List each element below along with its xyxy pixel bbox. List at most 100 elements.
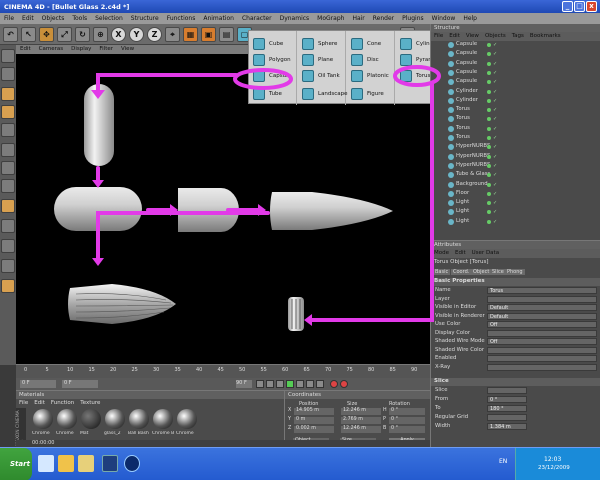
- object-row[interactable]: Torus ✓: [431, 125, 600, 134]
- object-row[interactable]: Torus ✓: [431, 134, 600, 143]
- menu-render[interactable]: Render: [369, 13, 398, 22]
- mat-menu-function[interactable]: Function: [48, 399, 77, 406]
- use-texture-tool-icon[interactable]: [1, 105, 15, 119]
- attribute-value-field[interactable]: Default: [487, 304, 597, 311]
- enabled-check-icon[interactable]: ✓: [493, 98, 497, 104]
- object-row[interactable]: Torus ✓: [431, 106, 600, 115]
- slice-value-field[interactable]: [487, 387, 527, 394]
- mat-menu-file[interactable]: File: [16, 399, 31, 406]
- menu-structure[interactable]: Structure: [127, 13, 163, 22]
- visibility-dot-icon[interactable]: [487, 98, 491, 103]
- enable-axis-icon[interactable]: [1, 199, 15, 213]
- attr-menu-user-data[interactable]: User Data: [469, 249, 502, 256]
- om-menu-objects[interactable]: Objects: [482, 32, 509, 39]
- menu-item-plane[interactable]: Plane: [302, 53, 344, 67]
- minimize-button[interactable]: _: [562, 1, 573, 12]
- attribute-value-field[interactable]: Off: [487, 338, 597, 345]
- enabled-check-icon[interactable]: ✓: [493, 135, 497, 141]
- enabled-check-icon[interactable]: ✓: [493, 42, 497, 48]
- viewport-menu-display[interactable]: Display: [67, 45, 95, 52]
- size-field[interactable]: 2.769 m: [341, 417, 381, 424]
- enabled-check-icon[interactable]: ✓: [493, 51, 497, 57]
- coordinate-system-icon[interactable]: ⌖: [165, 27, 180, 42]
- use-axis-tool-icon[interactable]: [1, 123, 15, 137]
- use-object-tool-icon[interactable]: [1, 87, 15, 101]
- polygons-tool-icon[interactable]: [1, 179, 15, 193]
- size-field[interactable]: 12.246 m: [341, 426, 381, 433]
- enabled-check-icon[interactable]: ✓: [493, 219, 497, 225]
- render-view-icon[interactable]: ▦: [183, 27, 198, 42]
- enabled-check-icon[interactable]: ✓: [493, 144, 497, 150]
- visibility-dot-icon[interactable]: [487, 52, 491, 57]
- menu-window[interactable]: Window: [428, 13, 460, 22]
- om-menu-view[interactable]: View: [463, 32, 482, 39]
- attr-menu-edit[interactable]: Edit: [452, 249, 469, 256]
- object-manager-tab[interactable]: Structure: [431, 24, 600, 32]
- explorer-icon[interactable]: [78, 455, 94, 472]
- object-row[interactable]: Capsule ✓: [431, 78, 600, 87]
- menu-hair[interactable]: Hair: [348, 13, 368, 22]
- om-menu-tags[interactable]: Tags: [509, 32, 527, 39]
- attribute-value-field[interactable]: [487, 355, 597, 362]
- use-model-tool-icon[interactable]: [1, 67, 15, 81]
- viewport-menu-cameras[interactable]: Cameras: [35, 45, 67, 52]
- attribute-value-field[interactable]: Torus: [487, 287, 597, 294]
- enabled-check-icon[interactable]: ✓: [493, 61, 497, 67]
- photoshop-icon[interactable]: [102, 455, 118, 472]
- om-menu-edit[interactable]: Edit: [446, 32, 463, 39]
- object-row[interactable]: Capsule ✓: [431, 50, 600, 59]
- object-row[interactable]: HyperNURBS ✓: [431, 143, 600, 152]
- visibility-dot-icon[interactable]: [487, 163, 491, 168]
- menu-file[interactable]: File: [0, 13, 18, 22]
- workplane-icon[interactable]: [1, 279, 15, 293]
- attr-menu-mode[interactable]: Mode: [431, 249, 452, 256]
- enabled-check-icon[interactable]: ✓: [493, 191, 497, 197]
- solo-mode-icon[interactable]: [1, 239, 15, 253]
- mat-menu-texture[interactable]: Texture: [77, 399, 103, 406]
- position-field[interactable]: 14.905 m: [294, 408, 334, 415]
- menu-item-cube[interactable]: Cube: [253, 37, 295, 51]
- end-frame-field[interactable]: 90 F: [236, 380, 252, 388]
- visibility-dot-icon[interactable]: [487, 61, 491, 66]
- position-field[interactable]: 0 m: [294, 417, 334, 424]
- menu-item-disc[interactable]: Disc: [351, 53, 393, 67]
- slice-value-field[interactable]: 1.384 m: [487, 423, 527, 430]
- visibility-dot-icon[interactable]: [487, 126, 491, 131]
- attribute-value-field[interactable]: Off: [487, 321, 597, 328]
- object-row[interactable]: Cylinder ✓: [431, 97, 600, 106]
- menu-item-figure[interactable]: Figure: [351, 87, 393, 101]
- visibility-dot-icon[interactable]: [487, 173, 491, 178]
- z-axis-lock[interactable]: Z: [147, 27, 162, 42]
- enabled-check-icon[interactable]: ✓: [493, 70, 497, 76]
- menu-help[interactable]: Help: [459, 13, 481, 22]
- live-selection-icon[interactable]: ↖: [21, 27, 36, 42]
- enabled-check-icon[interactable]: ✓: [493, 79, 497, 85]
- slice-value-field[interactable]: 0 °: [487, 396, 527, 403]
- rotation-field[interactable]: 0 °: [389, 426, 425, 433]
- visibility-dot-icon[interactable]: [487, 154, 491, 159]
- render-settings-icon[interactable]: ▤: [219, 27, 234, 42]
- menu-item-oil-tank[interactable]: Oil Tank: [302, 69, 344, 83]
- object-row[interactable]: Capsule ✓: [431, 60, 600, 69]
- coordinates-tab[interactable]: Coordinates: [285, 391, 430, 399]
- object-row[interactable]: Background ✓: [431, 181, 600, 190]
- attribute-value-field[interactable]: [487, 295, 597, 303]
- object-row[interactable]: Cylinder ✓: [431, 88, 600, 97]
- tab-coord[interactable]: Coord.: [451, 269, 472, 275]
- object-row[interactable]: Light ✓: [431, 208, 600, 217]
- visibility-dot-icon[interactable]: [487, 210, 491, 215]
- visibility-dot-icon[interactable]: [487, 70, 491, 75]
- play-icon[interactable]: [286, 380, 294, 388]
- object-row[interactable]: Tube & Glass ✓: [431, 171, 600, 180]
- menu-item-sphere[interactable]: Sphere: [302, 37, 344, 51]
- render-picture-icon[interactable]: ▣: [201, 27, 216, 42]
- attribute-value-field[interactable]: [487, 346, 597, 354]
- enabled-check-icon[interactable]: ✓: [493, 126, 497, 132]
- object-row[interactable]: Light ✓: [431, 218, 600, 227]
- scale-icon[interactable]: ⤢: [57, 27, 72, 42]
- autokey-icon[interactable]: [340, 380, 348, 388]
- menu-item-tube[interactable]: Tube: [253, 87, 295, 101]
- menu-item-landscape[interactable]: Landscape: [302, 87, 348, 101]
- enabled-check-icon[interactable]: ✓: [493, 89, 497, 95]
- start-frame-field[interactable]: 0 F: [20, 380, 56, 388]
